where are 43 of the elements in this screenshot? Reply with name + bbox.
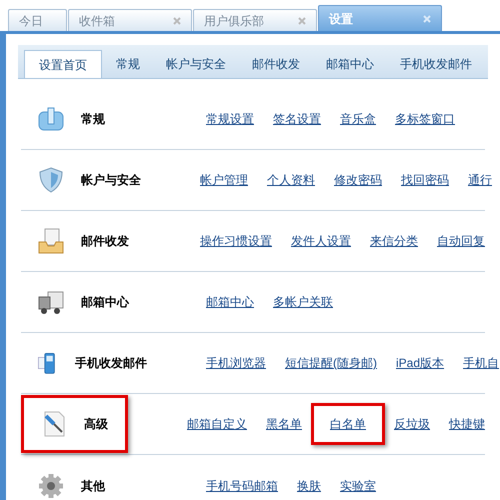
settings-link[interactable]: 邮箱中心 <box>206 293 254 311</box>
settings-link[interactable]: 音乐盒 <box>340 110 376 128</box>
settings-link[interactable]: 换肤 <box>297 476 321 494</box>
settings-tab[interactable]: 邮箱中心 <box>326 50 374 78</box>
settings-link[interactable]: 发件人设置 <box>291 232 351 250</box>
section-title: 手机收发邮件 <box>75 355 147 372</box>
settings-tab[interactable]: 帐户与安全 <box>166 50 226 78</box>
settings-link[interactable]: 邮箱自定义 <box>187 415 247 433</box>
settings-link[interactable]: 个人资料 <box>267 171 315 189</box>
section-title: 其他 <box>81 478 105 494</box>
settings-tab[interactable]: 手机收发邮件 <box>400 50 472 78</box>
settings-link[interactable]: 手机号码邮箱 <box>206 476 278 494</box>
section-title: 帐户与安全 <box>81 172 141 189</box>
settings-tab[interactable]: 常规 <box>116 50 140 78</box>
close-icon[interactable] <box>173 16 181 24</box>
settings-link[interactable]: 操作习惯设置 <box>200 232 272 250</box>
settings-link[interactable]: 反垃圾 <box>394 415 430 433</box>
section-title: 高级 <box>84 416 108 433</box>
settings-link[interactable]: 白名单 <box>311 403 385 445</box>
settings-link[interactable]: 实验室 <box>340 476 376 494</box>
settings-link[interactable]: 黑名单 <box>266 415 302 433</box>
section-title: 邮箱中心 <box>81 294 129 311</box>
settings-link[interactable]: 自动回复 <box>437 232 485 250</box>
settings-link[interactable]: iPad版本 <box>396 354 444 372</box>
settings-link[interactable]: 手机浏览器 <box>206 354 266 372</box>
settings-link[interactable]: 修改密码 <box>334 171 382 189</box>
settings-link[interactable]: 快捷键 <box>449 415 485 433</box>
settings-link[interactable]: 帐户管理 <box>200 171 248 189</box>
settings-link[interactable]: 多标签窗口 <box>395 110 455 128</box>
settings-link[interactable]: 签名设置 <box>273 110 321 128</box>
close-icon[interactable] <box>298 16 306 24</box>
settings-link[interactable]: 手机自 <box>463 354 500 372</box>
settings-link[interactable]: 来信分类 <box>370 232 418 250</box>
settings-link[interactable]: 通行 <box>468 171 492 189</box>
settings-link[interactable]: 常规设置 <box>206 110 254 128</box>
settings-tab[interactable]: 设置首页 <box>24 50 102 78</box>
section-title: 常规 <box>81 111 105 128</box>
settings-link[interactable]: 多帐户关联 <box>273 293 333 311</box>
settings-link[interactable]: 找回密码 <box>401 171 449 189</box>
settings-tab[interactable]: 邮件收发 <box>252 50 300 78</box>
inbox-tray-icon <box>36 226 66 256</box>
section-title: 邮件收发 <box>81 233 129 250</box>
settings-link[interactable]: 短信提醒(随身邮) <box>285 354 377 372</box>
